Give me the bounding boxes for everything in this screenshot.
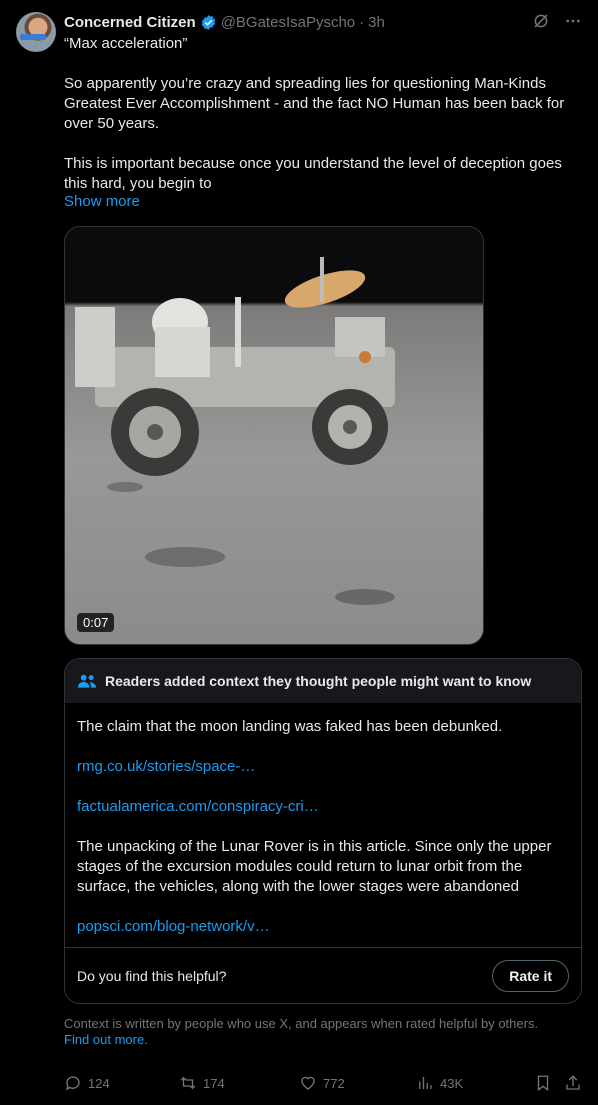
- grok-icon[interactable]: [532, 12, 550, 30]
- bookmark-icon[interactable]: [534, 1074, 552, 1092]
- repost-count: 174: [203, 1075, 225, 1091]
- video-duration: 0:07: [77, 613, 115, 632]
- tweet-paragraph: This is important because once you under…: [64, 155, 562, 192]
- repost-icon: [180, 1076, 196, 1090]
- post-time[interactable]: 3h: [368, 14, 385, 31]
- tweet-paragraph: “Max acceleration”: [64, 35, 188, 52]
- tweet-text: “Max acceleration” So apparently you’re …: [64, 34, 584, 194]
- verified-badge-icon: [201, 14, 215, 30]
- reply-button[interactable]: 124: [64, 1074, 110, 1092]
- author-handle[interactable]: @BGatesIsaPyscho: [221, 14, 355, 31]
- views-count: 43K: [440, 1075, 464, 1091]
- helpful-question: Do you find this helpful?: [77, 967, 227, 984]
- find-out-more-link[interactable]: Find out more.: [64, 1032, 148, 1047]
- heart-icon: [301, 1076, 315, 1090]
- note-link[interactable]: rmg.co.uk/stories/space-…: [77, 758, 255, 775]
- like-count: 772: [323, 1075, 345, 1091]
- note-link[interactable]: factualamerica.com/conspiracy-cri…: [77, 798, 319, 815]
- reply-icon: [65, 1076, 80, 1091]
- tweet-header: Concerned Citizen @BGatesIsaPyscho · 3h: [64, 12, 385, 32]
- action-bar: 124 174 772 43K: [64, 1072, 584, 1094]
- header-actions: [532, 12, 582, 30]
- video-frame: [75, 257, 395, 605]
- header-separator: ·: [359, 13, 365, 31]
- more-options-icon[interactable]: [564, 12, 582, 30]
- rate-it-button[interactable]: Rate it: [492, 959, 569, 992]
- note-link[interactable]: popsci.com/blog-network/v…: [77, 918, 270, 935]
- community-note: Readers added context they thought peopl…: [64, 658, 582, 1004]
- like-button[interactable]: 772: [299, 1074, 345, 1092]
- community-note-title: Readers added context they thought peopl…: [105, 673, 532, 689]
- note-text: The claim that the moon landing was fake…: [77, 718, 503, 735]
- community-note-header: Readers added context they thought peopl…: [65, 659, 581, 703]
- community-note-footer: Do you find this helpful? Rate it: [65, 947, 581, 1003]
- context-notice: Context is written by people who use X, …: [64, 1016, 584, 1048]
- author-name[interactable]: Concerned Citizen: [64, 14, 196, 31]
- note-text: The unpacking of the Lunar Rover is in t…: [77, 838, 552, 895]
- views-icon: [419, 1077, 432, 1089]
- share-icon[interactable]: [564, 1074, 582, 1092]
- video-player[interactable]: 0:07: [64, 226, 484, 645]
- repost-button[interactable]: 174: [179, 1074, 225, 1092]
- context-notice-text: Context is written by people who use X, …: [64, 1016, 539, 1031]
- community-note-body: The claim that the moon landing was fake…: [65, 703, 581, 937]
- author-avatar[interactable]: [16, 12, 56, 52]
- reply-count: 124: [88, 1075, 110, 1091]
- people-icon: [77, 674, 97, 688]
- tweet-paragraph: So apparently you’re crazy and spreading…: [64, 75, 565, 132]
- show-more-link[interactable]: Show more: [64, 193, 140, 210]
- views-button[interactable]: 43K: [416, 1074, 463, 1092]
